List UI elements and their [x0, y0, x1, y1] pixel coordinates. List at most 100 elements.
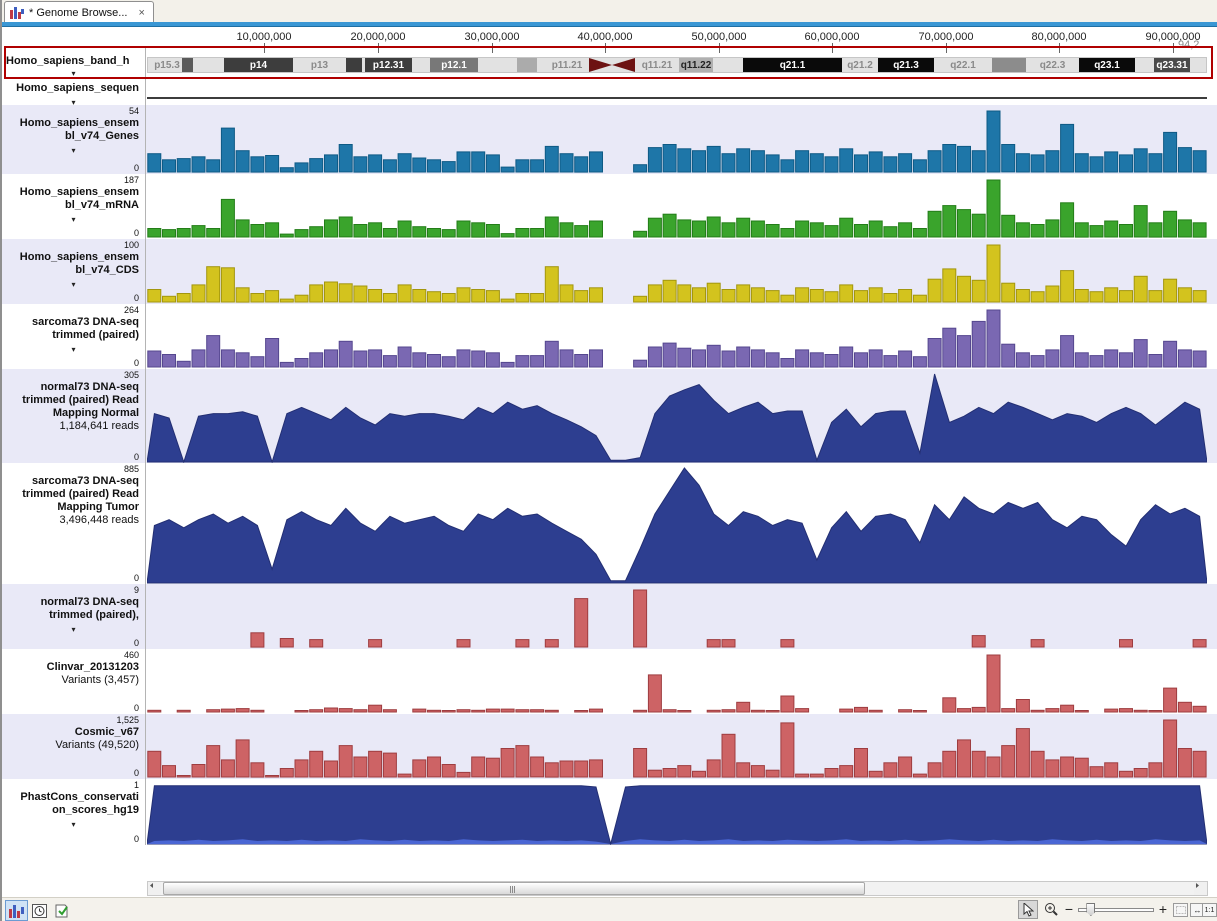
track-chart — [147, 779, 1207, 845]
track-name-line: trimmed (paired) Read — [2, 488, 145, 501]
track-plot-sarcoma73-mapping[interactable] — [147, 463, 1207, 584]
zoom-slider-thumb[interactable] — [1086, 903, 1095, 916]
track-min-value: 0 — [134, 573, 139, 583]
report-view-button[interactable] — [51, 900, 74, 921]
track-name-line: Homo_sapiens_ensem — [2, 117, 145, 130]
scrollbar-grip — [510, 886, 518, 893]
track-row-sarcoma73-mapping[interactable]: 885sarcoma73 DNA-seqtrimmed (paired) Rea… — [2, 463, 1217, 584]
track-label-panel[interactable]: Homo_sapiens_sequen▾ — [2, 80, 145, 105]
track-chart — [147, 369, 1207, 463]
track-label-panel[interactable]: 54Homo_sapiens_ensembl_v74_Genes▾0 — [2, 105, 145, 174]
track-row-cosmic[interactable]: 1,525Cosmic_v67Variants (49,520)0 — [2, 714, 1217, 779]
track-min-value: 0 — [134, 293, 139, 303]
scroll-left-button[interactable] — [148, 882, 161, 895]
track-label-panel[interactable]: 9normal73 DNA-seqtrimmed (paired),▾0 — [2, 584, 145, 649]
ruler-tick-mark — [832, 43, 833, 53]
ruler-tick-label: 20,000,000 — [350, 31, 405, 43]
track-min-value: 0 — [134, 163, 139, 173]
track-row-sequence[interactable]: Homo_sapiens_sequen▾ — [2, 80, 1217, 105]
track-chart-icon — [9, 904, 24, 918]
ruler-tick-label: 40,000,000 — [577, 31, 632, 43]
track-name-line: Clinvar_20131203 — [2, 661, 145, 674]
track-row-genes[interactable]: 54Homo_sapiens_ensembl_v74_Genes▾0 — [2, 105, 1217, 174]
track-caret[interactable]: ▾ — [2, 69, 145, 78]
track-row-normal73-variants[interactable]: 9normal73 DNA-seqtrimmed (paired),▾0 — [2, 584, 1217, 649]
zoom-out-button[interactable]: − — [1063, 901, 1075, 917]
track-max-value: 1,525 — [116, 715, 139, 725]
ruler-tick-label: 70,000,000 — [918, 31, 973, 43]
chromosome-ideogram[interactable]: p15.3p14p13p12.31p12.1p11.21q11.21q11.22… — [147, 57, 1207, 73]
track-caret[interactable]: ▾ — [2, 215, 145, 225]
ruler-tick-mark — [719, 43, 720, 53]
track-plot-phastcons[interactable] — [147, 779, 1207, 845]
track-label-panel[interactable]: 1,525Cosmic_v67Variants (49,520)0 — [2, 714, 145, 779]
track-name-line: Homo_sapiens_sequen — [2, 82, 145, 95]
track-label-panel[interactable]: 885sarcoma73 DNA-seqtrimmed (paired) Rea… — [2, 463, 145, 584]
track-plot-sarcoma73-reads[interactable] — [147, 304, 1207, 369]
pointer-tool-button[interactable] — [1018, 900, 1038, 919]
track-plot-normal73-mapping[interactable] — [147, 369, 1207, 463]
track-row-sarcoma73-reads[interactable]: 264sarcoma73 DNA-seqtrimmed (paired)▾0 — [2, 304, 1217, 369]
track-caret[interactable]: ▾ — [2, 625, 145, 635]
track-max-value: 264 — [124, 305, 139, 315]
track-plot-sequence[interactable] — [147, 80, 1207, 105]
track-row-mrna[interactable]: 187Homo_sapiens_ensembl_v74_mRNA▾0 — [2, 174, 1217, 239]
track-label-panel[interactable]: 187Homo_sapiens_ensembl_v74_mRNA▾0 — [2, 174, 145, 239]
track-label-panel[interactable]: 460Clinvar_20131203Variants (3,457)0 — [2, 649, 145, 714]
track-name-line: bl_v74_Genes — [2, 130, 145, 143]
track-row-cds[interactable]: 100Homo_sapiens_ensembl_v74_CDS▾0 — [2, 239, 1217, 304]
ruler-tick-label: 80,000,000 — [1031, 31, 1086, 43]
track-name-line: trimmed (paired) — [2, 329, 145, 342]
horizontal-scrollbar[interactable] — [147, 881, 1208, 896]
track-row-clinvar[interactable]: 460Clinvar_20131203Variants (3,457)0 — [2, 649, 1217, 714]
track-label-band[interactable]: Homo_sapiens_band_h — [6, 55, 142, 67]
track-min-value: 0 — [134, 452, 139, 462]
ruler-tick-label: 50,000,000 — [691, 31, 746, 43]
ruler-end-label: 94,2 — [1178, 39, 1199, 51]
track-name: Clinvar_20131203 — [2, 661, 145, 674]
graphical-view-button[interactable] — [5, 900, 28, 921]
track-label-panel[interactable]: 1PhastCons_conservation_scores_hg19▾0 — [2, 779, 145, 845]
zoom-in-button[interactable]: + — [1157, 901, 1169, 917]
track-caret[interactable]: ▾ — [2, 146, 145, 156]
ruler-tick-mark — [492, 43, 493, 53]
history-view-button[interactable] — [28, 900, 51, 921]
ruler-tick-label: 10,000,000 — [236, 31, 291, 43]
track-label-panel[interactable]: 264sarcoma73 DNA-seqtrimmed (paired)▾0 — [2, 304, 145, 369]
tab-close-icon[interactable]: × — [138, 7, 144, 19]
centromere-icon — [612, 58, 635, 72]
zoom-100-button[interactable]: 1:1 — [1202, 903, 1217, 917]
tab-bar: * Genome Browse... × — [2, 0, 1217, 22]
track-caret[interactable]: ▾ — [2, 345, 145, 355]
scrollbar-thumb[interactable] — [163, 882, 865, 895]
chromosome-band: q21.1 — [743, 58, 842, 72]
tab-genome-browser[interactable]: * Genome Browse... × — [4, 1, 154, 23]
track-row-phastcons[interactable]: 1PhastCons_conservation_scores_hg19▾0 — [2, 779, 1217, 845]
scroll-right-icon — [1194, 882, 1201, 889]
track-label-panel[interactable]: 100Homo_sapiens_ensembl_v74_CDS▾0 — [2, 239, 145, 304]
track-subtitle: Variants (49,520) — [2, 739, 145, 752]
ruler-tick-mark — [1059, 43, 1060, 53]
selection-box-icon — [1176, 906, 1186, 914]
track-label-panel[interactable]: 305normal73 DNA-seqtrimmed (paired) Read… — [2, 369, 145, 463]
track-plot-genes[interactable] — [147, 105, 1207, 174]
ruler-tick-mark — [1173, 43, 1174, 53]
pan-selection-button[interactable] — [1173, 903, 1188, 917]
scroll-right-button[interactable] — [1194, 882, 1207, 895]
track-name-line: on_scores_hg19 — [2, 804, 145, 817]
track-plot-normal73-variants[interactable] — [147, 584, 1207, 649]
track-plot-cds[interactable] — [147, 239, 1207, 304]
track-plot-mrna[interactable] — [147, 174, 1207, 239]
track-caret[interactable]: ▾ — [2, 820, 145, 830]
track-name-line: trimmed (paired) Read — [2, 394, 145, 407]
track-plot-clinvar[interactable] — [147, 649, 1207, 714]
zoom-tool-button[interactable] — [1041, 900, 1061, 919]
track-name-line: bl_v74_CDS — [2, 264, 145, 277]
track-plot-cosmic[interactable] — [147, 714, 1207, 779]
track-name-line: normal73 DNA-seq — [2, 596, 145, 609]
track-chart — [147, 304, 1207, 369]
track-caret[interactable]: ▾ — [2, 280, 145, 290]
track-row-normal73-mapping[interactable]: 305normal73 DNA-seqtrimmed (paired) Read… — [2, 369, 1217, 463]
track-name: normal73 DNA-seqtrimmed (paired) ReadMap… — [2, 381, 145, 420]
chromosome-band: q21.2 — [842, 58, 878, 72]
